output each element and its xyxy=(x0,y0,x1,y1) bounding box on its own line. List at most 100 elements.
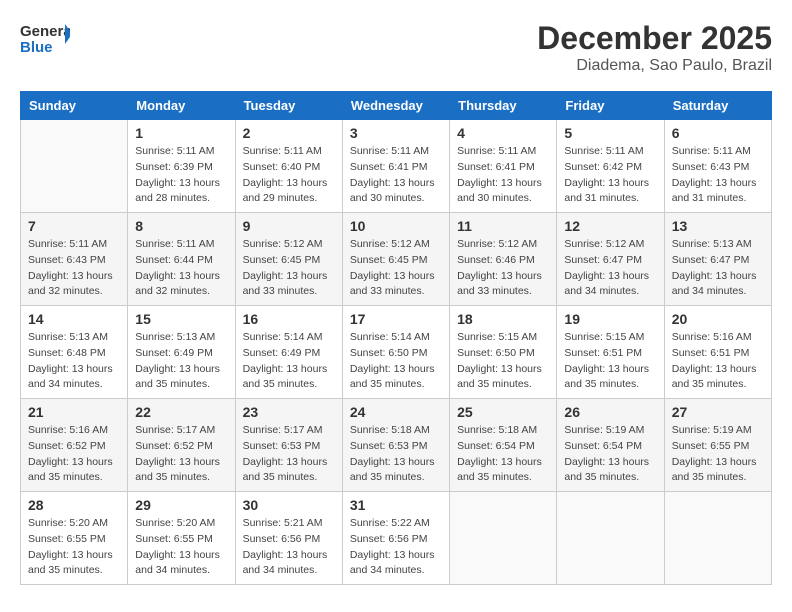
calendar: Sunday Monday Tuesday Wednesday Thursday… xyxy=(20,91,772,585)
day-info: Sunrise: 5:16 AMSunset: 6:52 PMDaylight:… xyxy=(28,423,120,486)
table-row: 20 Sunrise: 5:16 AMSunset: 6:51 PMDayligh… xyxy=(664,306,771,399)
table-row: 9 Sunrise: 5:12 AMSunset: 6:45 PMDaylight… xyxy=(235,213,342,306)
day-info: Sunrise: 5:11 AMSunset: 6:40 PMDaylight:… xyxy=(243,144,335,207)
day-number: 28 xyxy=(28,497,120,513)
day-info: Sunrise: 5:19 AMSunset: 6:55 PMDaylight:… xyxy=(672,423,764,486)
day-number: 22 xyxy=(135,404,227,420)
day-number: 2 xyxy=(243,125,335,141)
table-row: 25 Sunrise: 5:18 AMSunset: 6:54 PMDayligh… xyxy=(450,399,557,492)
day-info: Sunrise: 5:14 AMSunset: 6:50 PMDaylight:… xyxy=(350,330,442,393)
day-info: Sunrise: 5:21 AMSunset: 6:56 PMDaylight:… xyxy=(243,516,335,579)
header-monday: Monday xyxy=(128,92,235,120)
day-number: 31 xyxy=(350,497,442,513)
day-number: 23 xyxy=(243,404,335,420)
logo-svg: General Blue xyxy=(20,20,70,60)
day-info: Sunrise: 5:18 AMSunset: 6:54 PMDaylight:… xyxy=(457,423,549,486)
day-number: 3 xyxy=(350,125,442,141)
day-number: 17 xyxy=(350,311,442,327)
day-number: 7 xyxy=(28,218,120,234)
table-row: 21 Sunrise: 5:16 AMSunset: 6:52 PMDayligh… xyxy=(21,399,128,492)
calendar-week-1: 1 Sunrise: 5:11 AMSunset: 6:39 PMDaylight… xyxy=(21,120,772,213)
table-row: 24 Sunrise: 5:18 AMSunset: 6:53 PMDayligh… xyxy=(342,399,449,492)
table-row: 31 Sunrise: 5:22 AMSunset: 6:56 PMDayligh… xyxy=(342,492,449,585)
day-info: Sunrise: 5:17 AMSunset: 6:52 PMDaylight:… xyxy=(135,423,227,486)
day-number: 24 xyxy=(350,404,442,420)
table-row: 30Sunrise: 5:21 AMSunset: 6:56 PMDayligh… xyxy=(235,492,342,585)
calendar-week-5: 28 Sunrise: 5:20 AMSunset: 6:55 PMDayligh… xyxy=(21,492,772,585)
day-number: 14 xyxy=(28,311,120,327)
day-number: 9 xyxy=(243,218,335,234)
table-row: 12 Sunrise: 5:12 AMSunset: 6:47 PMDayligh… xyxy=(557,213,664,306)
table-row: 6 Sunrise: 5:11 AMSunset: 6:43 PMDaylight… xyxy=(664,120,771,213)
day-number: 13 xyxy=(672,218,764,234)
day-number: 18 xyxy=(457,311,549,327)
day-number: 16 xyxy=(243,311,335,327)
day-info: Sunrise: 5:15 AMSunset: 6:51 PMDaylight:… xyxy=(564,330,656,393)
day-number: 26 xyxy=(564,404,656,420)
day-info: Sunrise: 5:11 AMSunset: 6:44 PMDaylight:… xyxy=(135,237,227,300)
day-number: 27 xyxy=(672,404,764,420)
header-saturday: Saturday xyxy=(664,92,771,120)
calendar-header-row: Sunday Monday Tuesday Wednesday Thursday… xyxy=(21,92,772,120)
day-info: Sunrise: 5:13 AMSunset: 6:47 PMDaylight:… xyxy=(672,237,764,300)
table-row: 10 Sunrise: 5:12 AMSunset: 6:45 PMDayligh… xyxy=(342,213,449,306)
table-row: 14Sunrise: 5:13 AMSunset: 6:48 PMDayligh… xyxy=(21,306,128,399)
month-title: December 2025 xyxy=(537,20,772,57)
day-number: 4 xyxy=(457,125,549,141)
header: General Blue December 2025 Diadema, Sao … xyxy=(20,20,772,75)
day-info: Sunrise: 5:11 AMSunset: 6:41 PMDaylight:… xyxy=(457,144,549,207)
day-number: 25 xyxy=(457,404,549,420)
day-info: Sunrise: 5:13 AMSunset: 6:49 PMDaylight:… xyxy=(135,330,227,393)
day-info: Sunrise: 5:18 AMSunset: 6:53 PMDaylight:… xyxy=(350,423,442,486)
day-number: 20 xyxy=(672,311,764,327)
location-title: Diadema, Sao Paulo, Brazil xyxy=(537,57,772,75)
day-info: Sunrise: 5:11 AMSunset: 6:43 PMDaylight:… xyxy=(672,144,764,207)
day-info: Sunrise: 5:22 AMSunset: 6:56 PMDaylight:… xyxy=(350,516,442,579)
table-row: 18Sunrise: 5:15 AMSunset: 6:50 PMDayligh… xyxy=(450,306,557,399)
table-row: 13 Sunrise: 5:13 AMSunset: 6:47 PMDayligh… xyxy=(664,213,771,306)
header-tuesday: Tuesday xyxy=(235,92,342,120)
day-number: 12 xyxy=(564,218,656,234)
day-info: Sunrise: 5:14 AMSunset: 6:49 PMDaylight:… xyxy=(243,330,335,393)
day-number: 11 xyxy=(457,218,549,234)
day-info: Sunrise: 5:12 AMSunset: 6:47 PMDaylight:… xyxy=(564,237,656,300)
day-number: 6 xyxy=(672,125,764,141)
table-row: 5 Sunrise: 5:11 AMSunset: 6:42 PMDaylight… xyxy=(557,120,664,213)
table-row xyxy=(557,492,664,585)
day-info: Sunrise: 5:12 AMSunset: 6:45 PMDaylight:… xyxy=(243,237,335,300)
calendar-week-3: 14Sunrise: 5:13 AMSunset: 6:48 PMDayligh… xyxy=(21,306,772,399)
table-row: 23 Sunrise: 5:17 AMSunset: 6:53 PMDayligh… xyxy=(235,399,342,492)
day-number: 10 xyxy=(350,218,442,234)
table-row: 28 Sunrise: 5:20 AMSunset: 6:55 PMDayligh… xyxy=(21,492,128,585)
header-sunday: Sunday xyxy=(21,92,128,120)
day-number: 21 xyxy=(28,404,120,420)
day-number: 1 xyxy=(135,125,227,141)
day-info: Sunrise: 5:12 AMSunset: 6:45 PMDaylight:… xyxy=(350,237,442,300)
table-row: 19 Sunrise: 5:15 AMSunset: 6:51 PMDayligh… xyxy=(557,306,664,399)
table-row: 2 Sunrise: 5:11 AMSunset: 6:40 PMDaylight… xyxy=(235,120,342,213)
day-info: Sunrise: 5:20 AMSunset: 6:55 PMDaylight:… xyxy=(28,516,120,579)
table-row: 22 Sunrise: 5:17 AMSunset: 6:52 PMDayligh… xyxy=(128,399,235,492)
header-thursday: Thursday xyxy=(450,92,557,120)
table-row: 1 Sunrise: 5:11 AMSunset: 6:39 PMDaylight… xyxy=(128,120,235,213)
day-info: Sunrise: 5:20 AMSunset: 6:55 PMDaylight:… xyxy=(135,516,227,579)
day-info: Sunrise: 5:11 AMSunset: 6:42 PMDaylight:… xyxy=(564,144,656,207)
day-info: Sunrise: 5:11 AMSunset: 6:39 PMDaylight:… xyxy=(135,144,227,207)
table-row xyxy=(664,492,771,585)
day-info: Sunrise: 5:12 AMSunset: 6:46 PMDaylight:… xyxy=(457,237,549,300)
header-wednesday: Wednesday xyxy=(342,92,449,120)
title-area: December 2025 Diadema, Sao Paulo, Brazil xyxy=(537,20,772,75)
day-number: 29 xyxy=(135,497,227,513)
table-row: 4 Sunrise: 5:11 AMSunset: 6:41 PMDaylight… xyxy=(450,120,557,213)
table-row: 29 Sunrise: 5:20 AMSunset: 6:55 PMDayligh… xyxy=(128,492,235,585)
header-friday: Friday xyxy=(557,92,664,120)
day-info: Sunrise: 5:16 AMSunset: 6:51 PMDaylight:… xyxy=(672,330,764,393)
day-info: Sunrise: 5:11 AMSunset: 6:43 PMDaylight:… xyxy=(28,237,120,300)
day-number: 5 xyxy=(564,125,656,141)
table-row: 3Sunrise: 5:11 AMSunset: 6:41 PMDaylight… xyxy=(342,120,449,213)
table-row xyxy=(450,492,557,585)
day-number: 19 xyxy=(564,311,656,327)
day-info: Sunrise: 5:17 AMSunset: 6:53 PMDaylight:… xyxy=(243,423,335,486)
table-row: 7 Sunrise: 5:11 AMSunset: 6:43 PMDaylight… xyxy=(21,213,128,306)
logo: General Blue xyxy=(20,20,70,60)
